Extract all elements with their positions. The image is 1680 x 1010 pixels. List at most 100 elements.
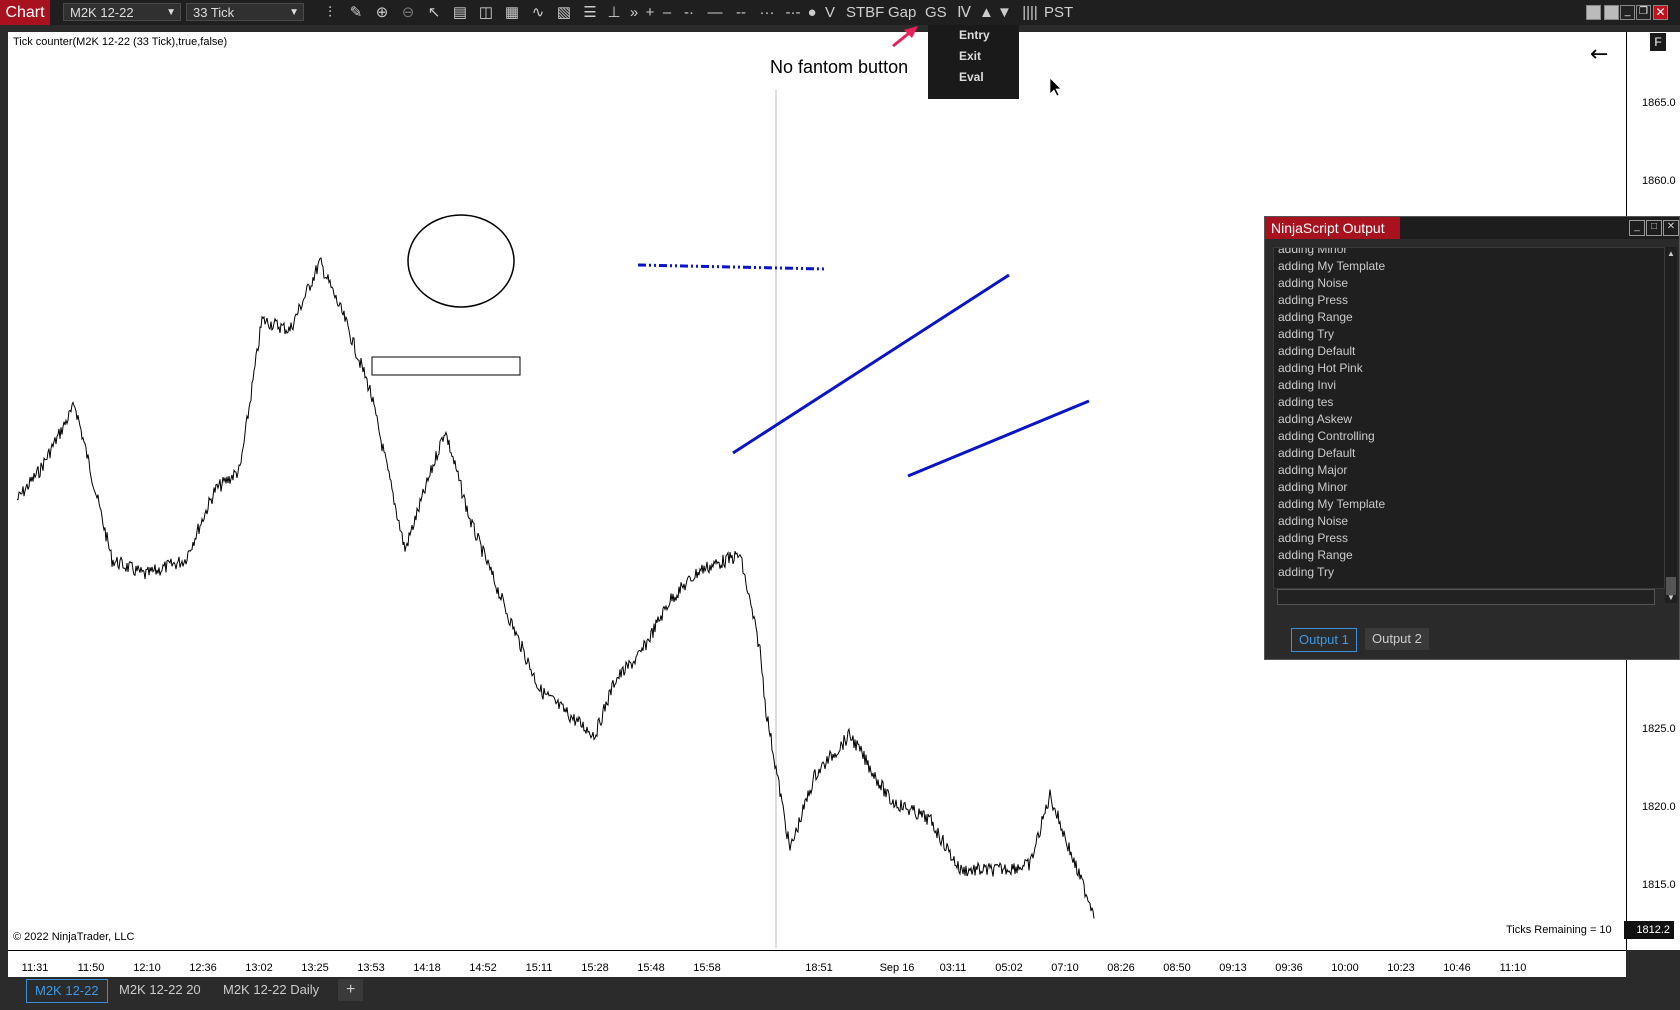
maximize-icon[interactable]: □ (1646, 220, 1662, 236)
text-annotation[interactable]: No fantom button (770, 57, 908, 78)
stbf-dropdown-menu: Entry Exit Eval (928, 25, 1019, 99)
dash-style-3-icon[interactable]: -- (730, 0, 752, 25)
output-title: NinjaScript Output (1265, 217, 1400, 239)
copyright-text: © 2022 NinjaTrader, LLC (13, 931, 135, 943)
arrow-up-icon[interactable]: ▲ (979, 0, 994, 25)
output-scrollbar[interactable]: ▲ ▼ (1665, 247, 1677, 603)
iv-icon[interactable]: Ⅳ (955, 0, 973, 25)
time-label: 14:18 (413, 962, 441, 974)
toolbar-button-v[interactable]: V (825, 0, 835, 25)
time-label: 11:10 (1499, 962, 1527, 974)
add-tab-button[interactable]: + (338, 979, 364, 1001)
log-line: adding Hot Pink (1278, 361, 1363, 375)
log-line: adding My Template (1278, 497, 1386, 511)
dash-style-4-icon[interactable]: ··· (756, 0, 778, 25)
log-line: adding Press (1278, 531, 1349, 545)
price-label: 1820.0 (1642, 801, 1676, 813)
time-label: 18:51 (805, 962, 833, 974)
interval-value: 33 Tick (193, 5, 235, 20)
chart-window-title: Chart (0, 0, 50, 25)
chevron-down-icon: ▼ (166, 7, 176, 18)
templates-icon[interactable]: ◫ (476, 0, 496, 25)
dash-style-2-icon[interactable]: — (704, 0, 726, 25)
arrow-down-icon[interactable]: ▼ (997, 0, 1012, 25)
tab-output-2[interactable]: Output 2 (1365, 628, 1429, 650)
zoom-in-icon[interactable]: ⊕ (372, 0, 392, 25)
restore-icon[interactable]: ❐ (1636, 5, 1651, 20)
window-button-2[interactable] (1604, 5, 1619, 20)
window-button-1[interactable] (1586, 5, 1601, 20)
toolbar-button-pst[interactable]: PST (1044, 0, 1073, 25)
minimize-icon[interactable]: _ (1620, 5, 1635, 20)
bars-icon[interactable]: |||| (1021, 0, 1039, 25)
tab-m2k-daily[interactable]: M2K 12-22 Daily (215, 979, 327, 1001)
tab-output-1[interactable]: Output 1 (1291, 628, 1357, 652)
dash-style-1-icon[interactable]: -· (678, 0, 700, 25)
time-label: 10:46 (1443, 962, 1471, 974)
time-label: 15:28 (581, 962, 609, 974)
circle-icon[interactable]: ● (804, 0, 820, 25)
toolbar-button-gap[interactable]: Gap (888, 0, 916, 25)
chart-trader-icon[interactable]: ▦ (502, 0, 522, 25)
ticks-remaining-text: Ticks Remaining = 10 (1506, 924, 1612, 936)
output-search-input[interactable] (1277, 589, 1655, 605)
instrument-selector[interactable]: M2K 12-22 ▼ (63, 3, 181, 21)
scroll-end-icon[interactable]: » (624, 0, 644, 25)
tab-m2k-tick[interactable]: M2K 12-22 (26, 979, 108, 1003)
log-line: adding Try (1278, 327, 1335, 341)
close-icon[interactable]: ✕ (1663, 220, 1679, 236)
instrument-value: M2K 12-22 (70, 5, 134, 20)
time-label: 05:02 (995, 962, 1023, 974)
price-label: 1860.0 (1642, 175, 1676, 187)
scroll-down-icon[interactable]: ▼ (1667, 593, 1675, 602)
toolbar-button-stbf[interactable]: STBF (846, 0, 884, 25)
ninjascript-output-window: NinjaScript Output _ □ ✕ adding Minor ad… (1264, 216, 1680, 660)
log-line: adding Default (1278, 446, 1356, 460)
plus-icon[interactable]: + (643, 0, 657, 25)
time-label: 11:31 (21, 962, 49, 974)
time-label: 12:36 (189, 962, 217, 974)
log-line: adding Press (1278, 293, 1349, 307)
time-label: 11:50 (77, 962, 105, 974)
pencil-icon[interactable]: ✎ (346, 0, 366, 25)
cursor-icon[interactable]: ↖ (424, 0, 444, 25)
log-line: adding Noise (1278, 514, 1349, 528)
log-line: adding My Template (1278, 259, 1386, 273)
tab-m2k-20[interactable]: M2K 12-22 20 (111, 979, 209, 1001)
time-label: 13:53 (357, 962, 385, 974)
log-line: adding Controlling (1278, 429, 1375, 443)
zoom-out-icon[interactable]: ⊖ (398, 0, 418, 25)
chart-toolbar: Chart M2K 12-22 ▼ 33 Tick ▼ ⫶ ✎ ⊕ ⊖ ↖ ▤ … (0, 0, 1680, 25)
drawing-tool-icon[interactable]: ⊥ (604, 0, 624, 25)
time-label: 08:50 (1163, 962, 1191, 974)
menu-item-entry[interactable]: Entry (928, 25, 1019, 46)
log-line: adding Askew (1278, 412, 1353, 426)
time-label: 14:52 (469, 962, 497, 974)
data-box-icon[interactable]: ▤ (450, 0, 470, 25)
close-icon[interactable]: ✕ (1653, 5, 1668, 20)
strategies-icon[interactable]: ▧ (554, 0, 574, 25)
menu-item-eval[interactable]: Eval (928, 67, 1019, 88)
log-line: adding tes (1278, 395, 1334, 409)
properties-icon[interactable]: ☰ (580, 0, 600, 25)
log-line: adding Try (1278, 565, 1335, 579)
time-label: 13:25 (301, 962, 329, 974)
bar-style-icon[interactable]: ⫶ (320, 0, 340, 25)
minimize-icon[interactable]: _ (1629, 220, 1645, 236)
indicators-icon[interactable]: ∿ (528, 0, 548, 25)
menu-item-exit[interactable]: Exit (928, 46, 1019, 67)
chart-tabs: M2K 12-22 M2K 12-22 20 M2K 12-22 Daily + (0, 977, 1680, 1010)
price-label: 1815.0 (1642, 879, 1676, 891)
log-line: adding Range (1278, 548, 1353, 562)
dash-style-5-icon[interactable]: -·- (782, 0, 804, 25)
interval-selector[interactable]: 33 Tick ▼ (186, 3, 304, 21)
scroll-up-icon[interactable]: ▲ (1667, 249, 1675, 258)
time-label: 15:58 (693, 962, 721, 974)
output-log[interactable]: adding Minor adding My Template adding N… (1273, 247, 1665, 589)
flag-button[interactable]: F (1650, 33, 1666, 51)
minus-icon[interactable]: – (660, 0, 674, 25)
log-line: adding Noise (1278, 276, 1349, 290)
chevron-down-icon: ▼ (289, 7, 299, 18)
price-label: 1825.0 (1642, 723, 1676, 735)
toolbar-button-gs[interactable]: GS (925, 0, 947, 25)
